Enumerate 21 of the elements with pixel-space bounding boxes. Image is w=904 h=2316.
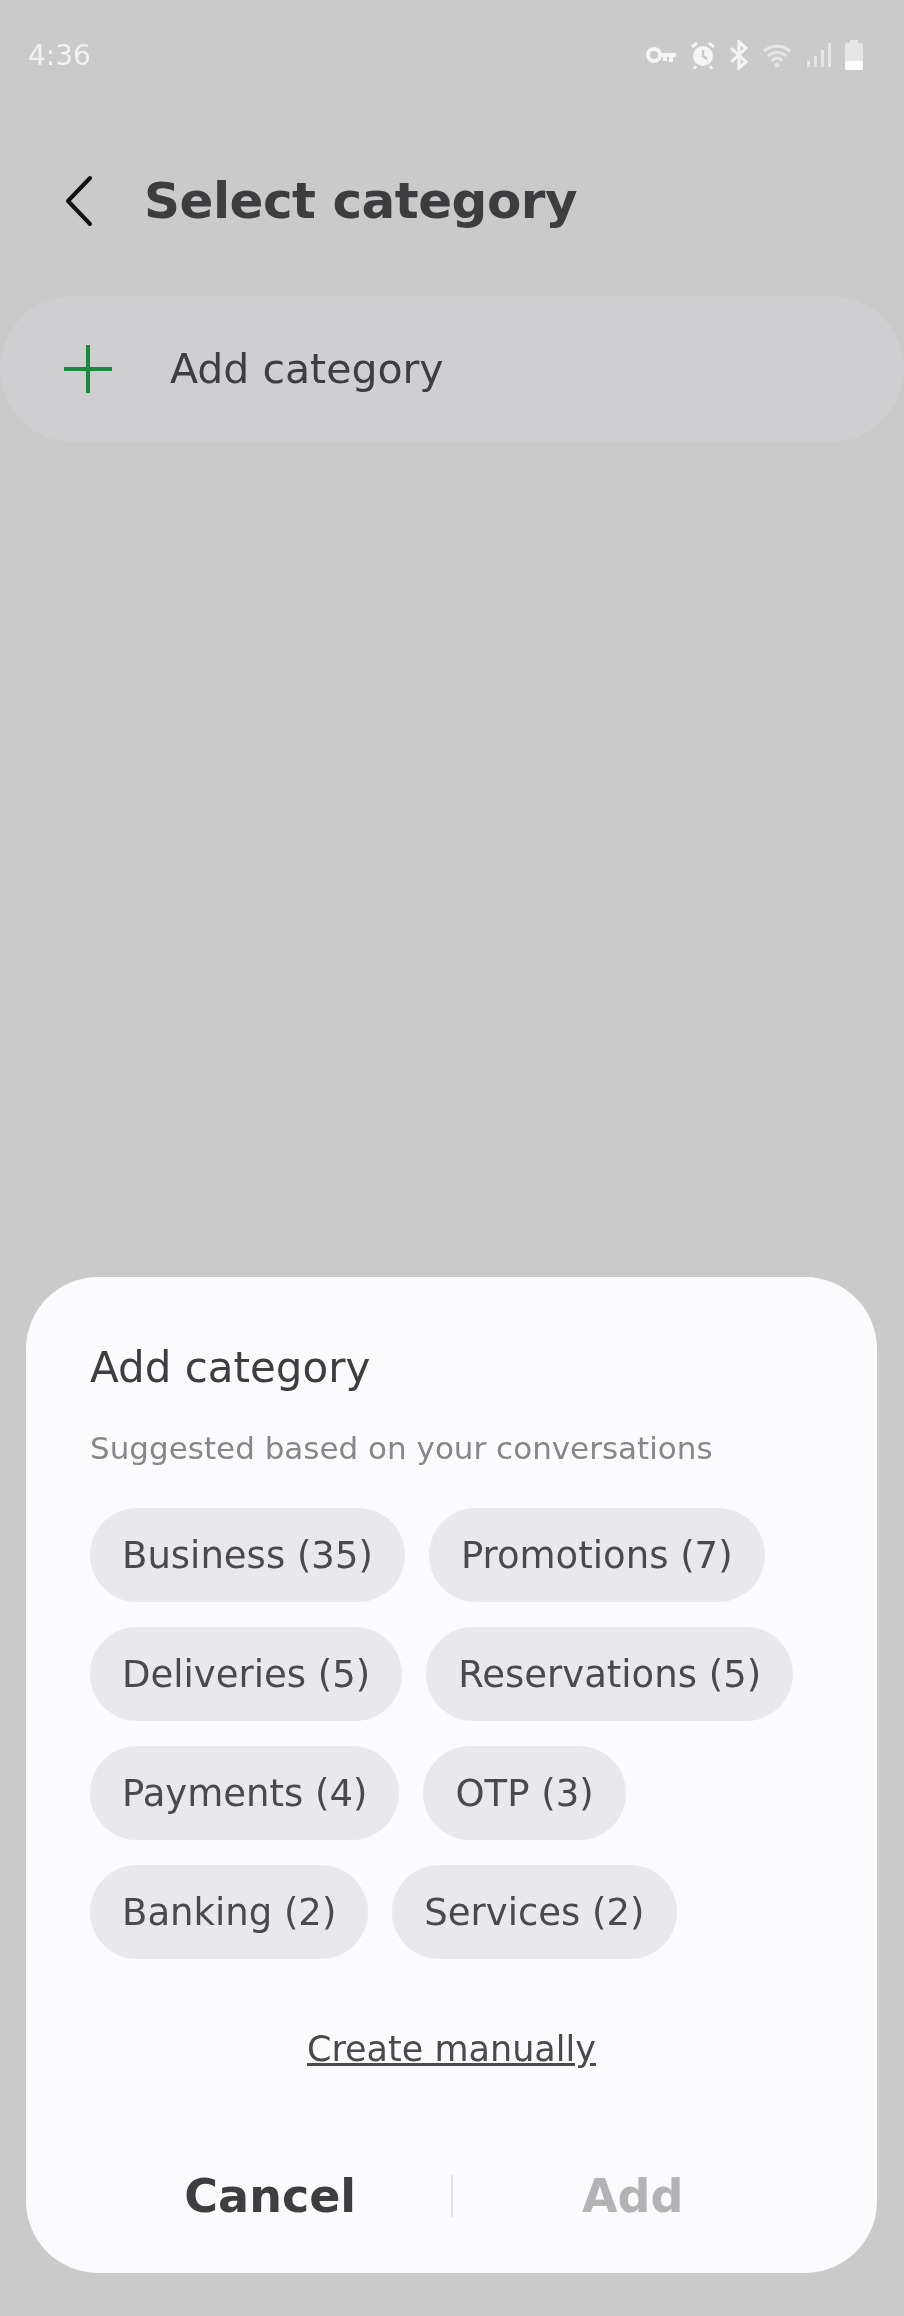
add-category-label: Add category xyxy=(170,345,444,393)
cancel-button[interactable]: Cancel xyxy=(90,2159,451,2233)
sheet-subtitle: Suggested based on your conversations xyxy=(90,1430,714,1466)
category-chip[interactable]: Banking (2) xyxy=(90,1865,369,1959)
category-chip[interactable]: Business (35) xyxy=(90,1508,405,1602)
category-chip[interactable]: Services (2) xyxy=(392,1865,677,1959)
key-icon xyxy=(646,44,678,66)
create-manually-link[interactable]: Create manually xyxy=(307,2029,596,2069)
category-chip[interactable]: Promotions (7) xyxy=(428,1508,765,1602)
page-title: Select category xyxy=(144,172,577,230)
add-category-row[interactable]: Add category xyxy=(0,296,904,442)
category-chip[interactable]: Payments (4) xyxy=(90,1746,400,1840)
bluetooth-icon xyxy=(728,40,750,70)
alarm-icon xyxy=(690,41,716,69)
plus-icon xyxy=(62,343,114,395)
sheet-title: Add category xyxy=(90,1343,372,1392)
battery-icon xyxy=(844,40,864,70)
category-chip[interactable]: OTP (3) xyxy=(423,1746,626,1840)
category-chip[interactable]: Deliveries (5) xyxy=(90,1627,403,1721)
signal-icon xyxy=(806,42,832,68)
category-chip[interactable]: Reservations (5) xyxy=(426,1627,794,1721)
